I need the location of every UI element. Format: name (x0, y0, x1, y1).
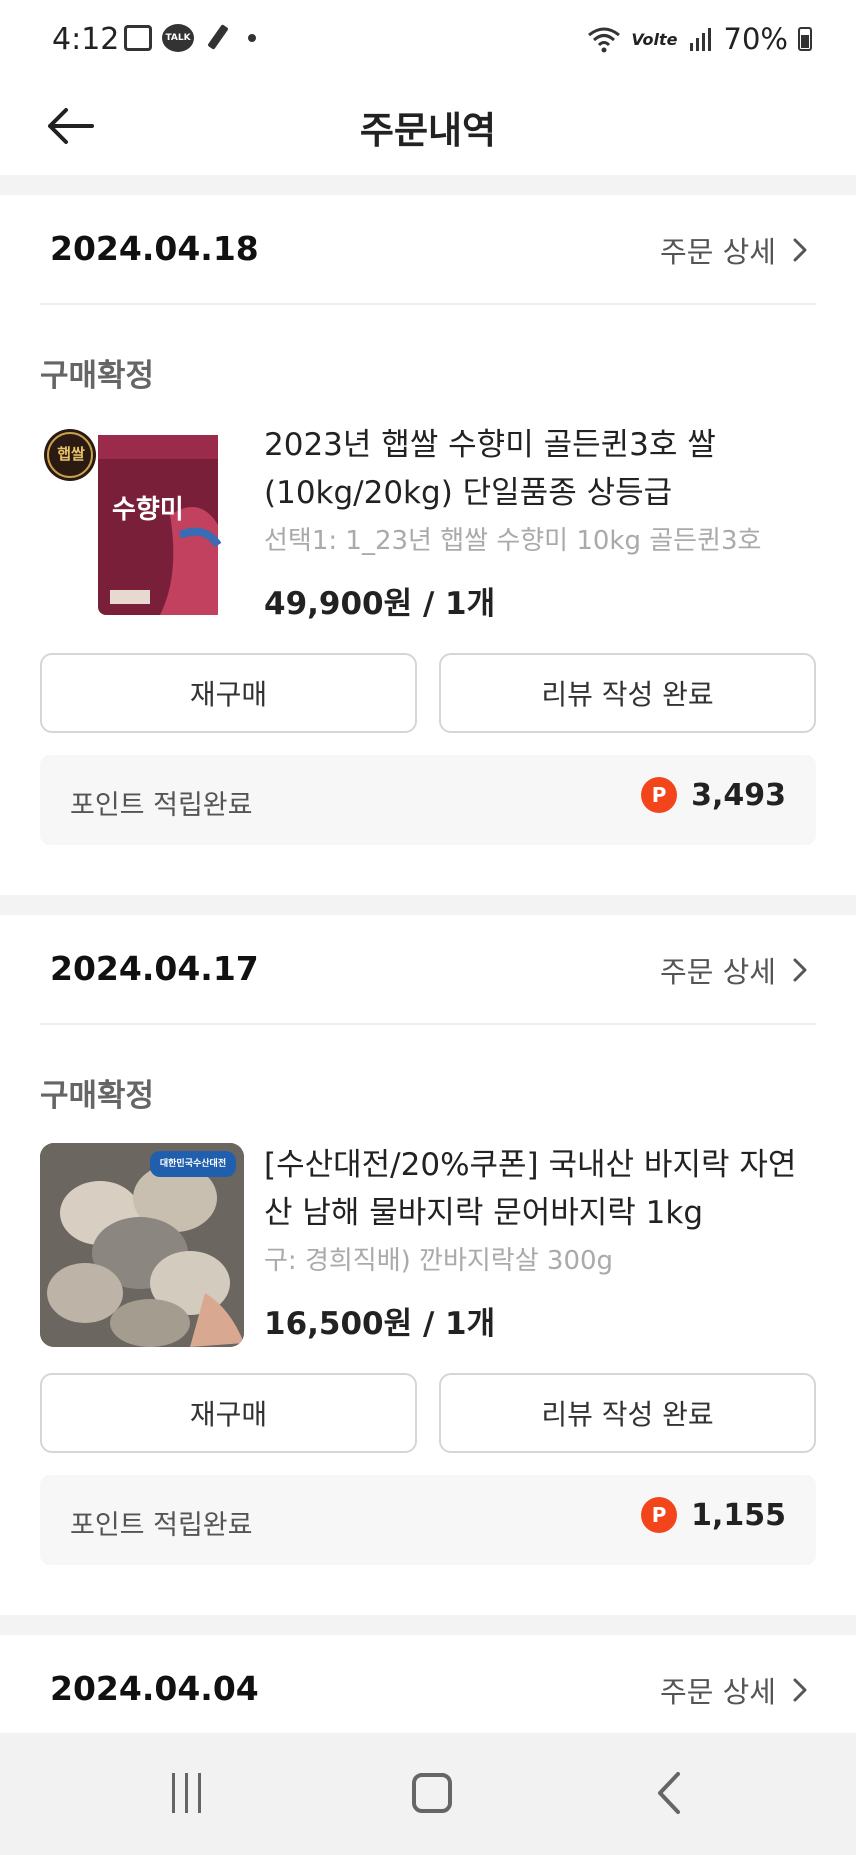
status-bar: 4:12 TALK Volte 70% (0, 0, 856, 80)
order-date: 2024.04.04 (50, 1669, 259, 1708)
product-thumbnail[interactable]: 대한민국수산대전 (40, 1143, 244, 1347)
chevron-right-icon (793, 1678, 807, 1702)
product-price: 16,500원 / 1개 (264, 1306, 496, 1342)
battery-icon (798, 27, 812, 51)
clam-image (40, 1143, 244, 1347)
system-icons: Volte 70% (587, 22, 812, 56)
home-button[interactable] (412, 1773, 452, 1813)
recent-apps-icon (172, 1773, 175, 1813)
points-row: 포인트 적립완료 P 3,493 (40, 755, 816, 845)
review-complete-button[interactable]: 리뷰 작성 완료 (439, 653, 816, 733)
order-detail-label: 주문 상세 (660, 955, 776, 989)
order-header: 2024.04.18 주문 상세 (40, 195, 816, 305)
order-header: 2024.04.04 주문 상세 (40, 1635, 816, 1733)
product-thumbnail[interactable]: 햅쌀 수향미 (40, 425, 244, 629)
signal-icon (689, 28, 711, 51)
order-card: 2024.04.04 주문 상세 (0, 1635, 856, 1733)
order-detail-link[interactable]: 주문 상세 (660, 949, 808, 991)
order-date: 2024.04.18 (50, 229, 259, 268)
order-detail-label: 주문 상세 (660, 1675, 776, 1709)
product-name[interactable]: [수산대전/20%쿠폰] 국내산 바지락 자연산 남해 물바지락 문어바지락 1… (264, 1141, 824, 1237)
wifi-icon (588, 27, 621, 53)
thumb-product-text: 대한민국수산대전 (159, 1159, 227, 1169)
chevron-right-icon (793, 958, 807, 982)
battery-percent: 70% (723, 22, 788, 56)
order-header: 2024.04.17 주문 상세 (40, 915, 816, 1025)
section-divider (0, 895, 856, 915)
thumb-product-text: 수향미 (112, 495, 184, 525)
system-navigation-bar (0, 1733, 856, 1855)
page-title: 주문내역 (359, 109, 497, 152)
more-notifications-icon (248, 34, 256, 42)
order-detail-link[interactable]: 주문 상세 (660, 1669, 808, 1711)
order-date: 2024.04.17 (50, 949, 259, 988)
section-divider (0, 175, 856, 195)
status-time: 4:12 (52, 22, 120, 57)
volte-icon: Volte (631, 29, 678, 49)
notification-icons: TALK (124, 24, 256, 52)
pen-icon (204, 24, 230, 52)
points-label: 포인트 적립완료 (70, 1510, 253, 1541)
points-row: 포인트 적립완료 P 1,155 (40, 1475, 816, 1565)
product-name[interactable]: 2023년 햅쌀 수향미 골든퀸3호 쌀 (10kg/20kg) 단일품종 상등… (264, 421, 824, 517)
points-label: 포인트 적립완료 (70, 790, 253, 821)
app-header: 주문내역 (0, 80, 856, 175)
product-option: 선택1: 1_23년 햅쌀 수향미 10kg 골든퀸3호 (264, 526, 762, 556)
order-detail-link[interactable]: 주문 상세 (660, 229, 808, 271)
points-value: 3,493 (691, 777, 786, 813)
rebuy-button[interactable]: 재구매 (40, 653, 417, 733)
point-p-icon: P (641, 777, 678, 813)
section-divider (0, 1615, 856, 1635)
chevron-right-icon (793, 238, 807, 262)
review-complete-button[interactable]: 리뷰 작성 완료 (439, 1373, 816, 1453)
points-value: 1,155 (691, 1497, 786, 1533)
product-option: 구: 경희직배) 깐바지락살 300g (264, 1246, 614, 1276)
order-status: 구매확정 (40, 1078, 155, 1114)
order-status: 구매확정 (40, 358, 155, 394)
gallery-icon (124, 25, 152, 51)
kakaotalk-icon: TALK (162, 24, 194, 52)
thumb-badge-text: 햅쌀 (57, 445, 85, 463)
point-p-icon: P (641, 1497, 678, 1533)
points-amount: P 1,155 (641, 1497, 786, 1533)
order-detail-label: 주문 상세 (660, 235, 776, 269)
rebuy-button[interactable]: 재구매 (40, 1373, 417, 1453)
order-card: 2024.04.17 주문 상세 구매확정 대한민국수산대전 [수산대전/20%… (0, 915, 856, 1615)
order-card: 2024.04.18 주문 상세 구매확정 햅쌀 수향미 2023년 햅쌀 수향… (0, 195, 856, 895)
product-price: 49,900원 / 1개 (264, 586, 496, 622)
system-back-button[interactable] (656, 1771, 682, 1815)
recent-apps-button[interactable] (172, 1773, 212, 1813)
points-amount: P 3,493 (641, 777, 786, 813)
